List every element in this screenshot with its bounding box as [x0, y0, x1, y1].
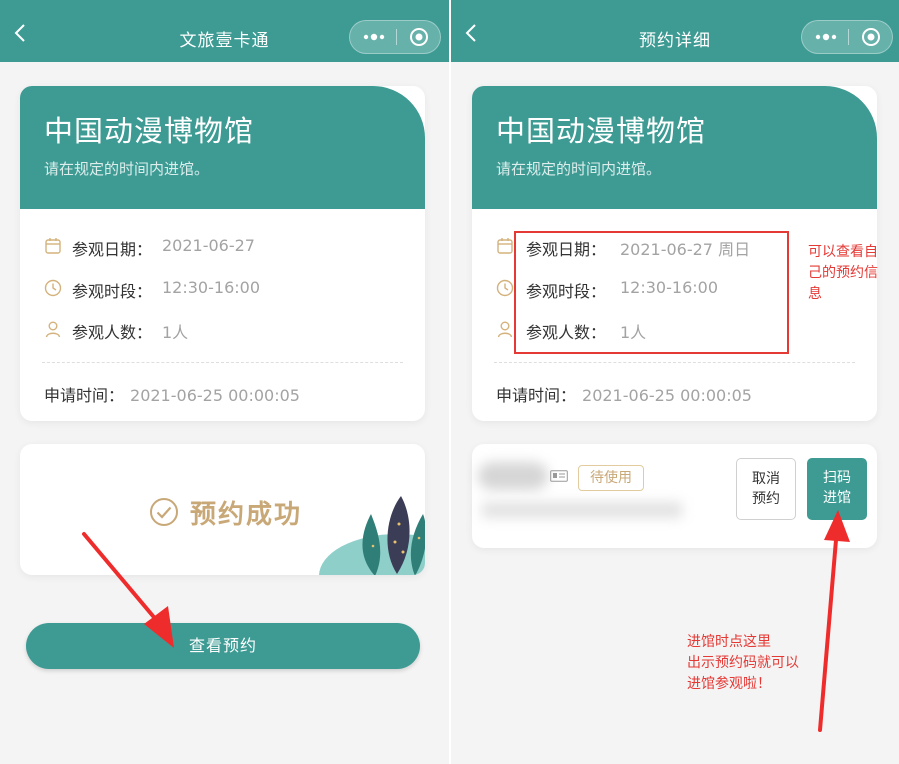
id-card-icon — [550, 470, 568, 482]
annotation-highlight-box — [514, 231, 789, 354]
clock-icon — [496, 279, 514, 297]
ticket-action-card: 待使用 取消 预约 扫码 进馆 — [472, 444, 877, 548]
apply-time-label: 申请时间： — [44, 386, 125, 405]
scan-to-enter-button[interactable]: 扫码 进馆 — [807, 458, 867, 520]
apply-time-value: 2021-06-25 00:00:05 — [130, 386, 300, 405]
mini-program-capsule — [801, 20, 893, 54]
apply-time-row: 申请时间： 2021-06-25 00:00:05 — [44, 382, 300, 406]
annotation-note-scan: 进馆时点这里 出示预约码就可以 进馆参观啦！ — [687, 632, 827, 695]
calendar-icon — [497, 238, 513, 254]
reservation-card-header: 中国动漫博物馆 请在规定的时间内进馆。 — [472, 86, 877, 209]
close-circle-icon[interactable] — [849, 21, 894, 53]
more-icon[interactable] — [350, 21, 396, 53]
dashed-divider — [494, 362, 855, 363]
reservation-card-header: 中国动漫博物馆 请在规定的时间内进馆。 — [20, 86, 425, 209]
navbar: 预约详细 — [451, 0, 899, 62]
mini-program-capsule — [349, 20, 441, 54]
apply-time-row: 申请时间： 2021-06-25 00:00:05 — [496, 382, 752, 406]
annotation-line: 进馆时点这里 — [687, 634, 771, 650]
annotation-line: 己的预约信 — [808, 265, 878, 281]
apply-time-value: 2021-06-25 00:00:05 — [582, 386, 752, 405]
museum-name: 中国动漫博物馆 — [44, 114, 255, 148]
scan-button-label-2: 进馆 — [823, 490, 851, 506]
right-phone-screen: 预约详细 中国动漫博物馆 请在规定的时间内进馆。 参观日期： 2021-06-2… — [451, 0, 899, 764]
calendar-icon — [45, 238, 61, 254]
plant-decoration — [319, 496, 425, 575]
close-circle-icon[interactable] — [397, 21, 442, 53]
annotation-line: 可以查看自 — [808, 244, 878, 260]
scan-button-label-1: 扫码 — [823, 470, 851, 486]
person-icon — [45, 321, 61, 338]
time-slot-label: 参观时段： — [72, 282, 153, 301]
annotation-note-reservation-info: 可以查看自 己的预约信 息 — [808, 242, 894, 305]
success-message: 预约成功 — [190, 500, 303, 530]
time-slot-value: 12:30-16:00 — [162, 278, 260, 297]
cancel-button-label-2: 预约 — [752, 491, 780, 507]
apply-time-label: 申请时间： — [496, 386, 577, 405]
annotation-line: 出示预约码就可以 — [687, 655, 799, 671]
museum-name: 中国动漫博物馆 — [496, 114, 707, 148]
visitors-value: 1人 — [162, 323, 189, 342]
more-icon[interactable] — [802, 21, 848, 53]
check-circle-icon — [150, 498, 178, 526]
annotation-line: 息 — [808, 286, 822, 302]
visit-date-value: 2021-06-27 — [162, 236, 255, 255]
left-phone-screen: 文旅壹卡通 中国动漫博物馆 请在规定的时间内进馆。 参观日期： 2021-06-… — [0, 0, 449, 764]
visitors-label: 参观人数： — [72, 323, 153, 342]
success-card: 预约成功 — [20, 444, 425, 575]
clock-icon — [44, 279, 62, 297]
annotation-line: 进馆参观啦！ — [687, 676, 771, 692]
entry-notice: 请在规定的时间内进馆。 — [44, 160, 210, 178]
status-badge: 待使用 — [578, 465, 644, 491]
blurred-id-number — [482, 502, 682, 518]
cancel-reservation-button[interactable]: 取消 预约 — [736, 458, 796, 520]
reservation-card: 中国动漫博物馆 请在规定的时间内进馆。 参观日期： 2021-06-27 参观时… — [20, 86, 425, 421]
navbar: 文旅壹卡通 — [0, 0, 449, 62]
blurred-visitor-name — [478, 462, 548, 490]
person-icon — [497, 321, 513, 338]
cancel-button-label-1: 取消 — [752, 471, 780, 487]
dashed-divider — [42, 362, 403, 363]
view-reservation-button[interactable]: 查看预约 — [26, 623, 420, 669]
visit-date-label: 参观日期： — [72, 240, 153, 259]
entry-notice: 请在规定的时间内进馆。 — [496, 160, 662, 178]
